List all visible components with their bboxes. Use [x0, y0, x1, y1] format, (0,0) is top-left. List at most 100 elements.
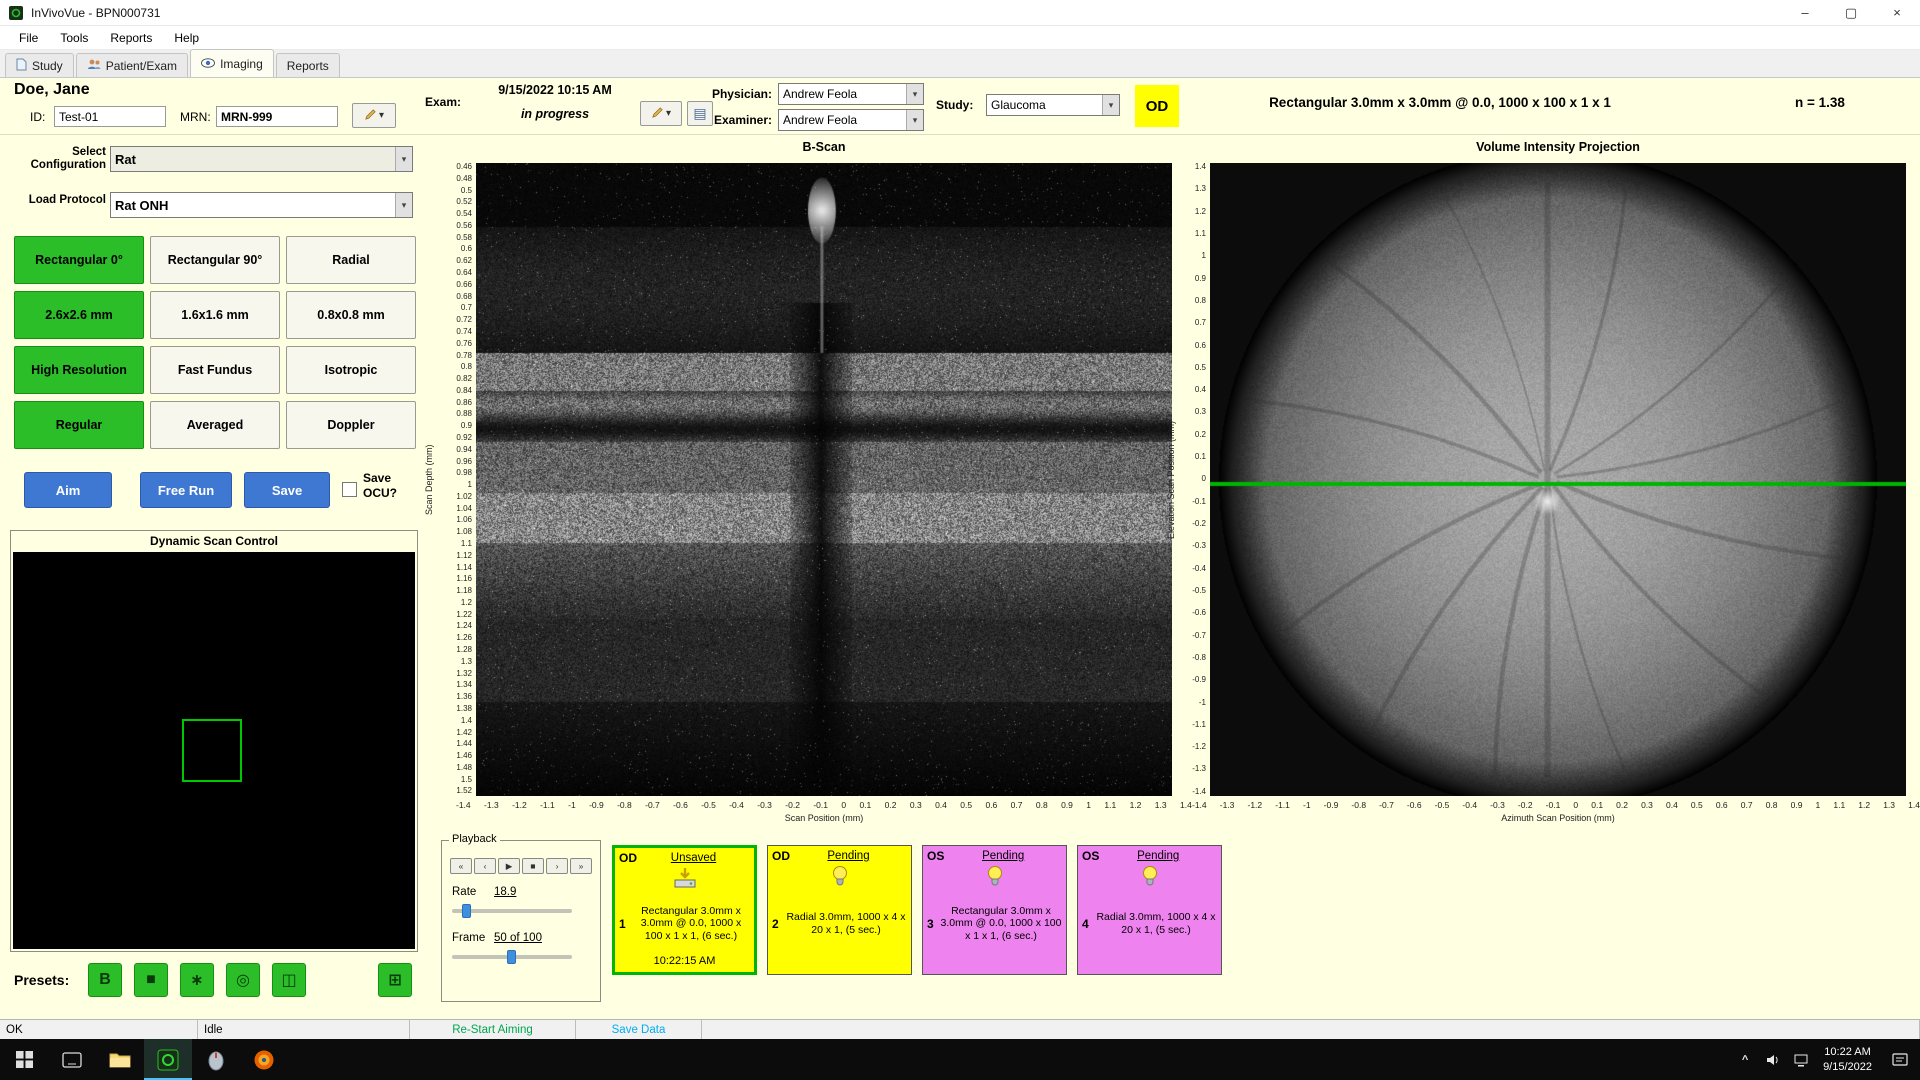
menu-help[interactable]: Help: [163, 31, 210, 45]
axis-tick-label: -0.3: [757, 800, 772, 810]
scan-card-1[interactable]: OD Unsaved 1 Rectangular 3.0mm x 3.0mm @…: [612, 845, 757, 975]
scan-summary: Rectangular 3.0mm x 3.0mm @ 0.0, 1000 x …: [1160, 95, 1720, 110]
scan-pattern-rect90-button[interactable]: Rectangular 90°: [150, 236, 280, 284]
invivovue-app-icon[interactable]: [144, 1039, 192, 1080]
frame-slider-thumb[interactable]: [507, 950, 516, 964]
scan-card-4[interactable]: OS Pending 4 Radial 3.0mm, 1000 x 4 x 20…: [1077, 845, 1222, 975]
tray-chevron-icon[interactable]: ^: [1731, 1039, 1759, 1080]
stop-button[interactable]: ■: [522, 858, 544, 874]
free-run-button[interactable]: Free Run: [140, 472, 232, 508]
tray-date-text: 9/15/2022: [1823, 1060, 1872, 1074]
preset-radial-button[interactable]: ∗: [180, 963, 214, 997]
aim-button[interactable]: Aim: [24, 472, 112, 508]
minimize-button[interactable]: –: [1782, 0, 1828, 25]
rate-slider-thumb[interactable]: [462, 904, 471, 918]
axis-tick-label: -1.2: [512, 800, 527, 810]
scan-size-08-button[interactable]: 0.8x0.8 mm: [286, 291, 416, 339]
scan-size-16-button[interactable]: 1.6x1.6 mm: [150, 291, 280, 339]
axis-tick-label: 0.2: [885, 800, 897, 810]
scan-type-averaged-button[interactable]: Averaged: [150, 401, 280, 449]
tab-reports[interactable]: Reports: [276, 53, 340, 77]
pencil-icon: [364, 108, 377, 124]
tab-patient-exam[interactable]: Patient/Exam: [76, 53, 188, 77]
scan-pattern-rect0-button[interactable]: Rectangular 0°: [14, 236, 144, 284]
volume-icon[interactable]: [1759, 1039, 1787, 1080]
axis-tick-label: 1.14: [456, 564, 472, 572]
axis-tick-label: 1.22: [456, 611, 472, 619]
rate-slider[interactable]: [452, 904, 572, 918]
mouse-app-icon[interactable]: [192, 1039, 240, 1080]
frame-slider[interactable]: [452, 950, 572, 964]
axis-tick-label: 0.2: [1195, 431, 1206, 439]
scan-pattern-radial-button[interactable]: Radial: [286, 236, 416, 284]
edit-exam-button[interactable]: ▾: [640, 101, 682, 126]
maximize-button[interactable]: ▢: [1828, 0, 1874, 25]
dropdown-arrow-icon: ▾: [379, 110, 384, 121]
axis-tick-label: -0.8: [617, 800, 632, 810]
axis-tick-label: -1.1: [1192, 721, 1206, 729]
firefox-icon[interactable]: [240, 1039, 288, 1080]
card-time: [1082, 957, 1217, 971]
scan-card-2[interactable]: OD Pending 2 Radial 3.0mm, 1000 x 4 x 20…: [767, 845, 912, 975]
scan-mode-highres-button[interactable]: High Resolution: [14, 346, 144, 394]
mrn-field[interactable]: MRN-999: [216, 106, 338, 127]
start-button[interactable]: [0, 1039, 48, 1080]
preset-annular-button[interactable]: ◎: [226, 963, 260, 997]
save-ocu-checkbox[interactable]: [342, 482, 357, 497]
jump-end-button[interactable]: »: [570, 858, 592, 874]
preset-rect-button[interactable]: ■: [134, 963, 168, 997]
dynamic-scan-canvas[interactable]: [13, 552, 415, 949]
save-button[interactable]: Save: [244, 472, 330, 508]
axis-tick-label: 0.1: [1591, 800, 1603, 810]
play-button[interactable]: ▶: [498, 858, 520, 874]
protocol-select[interactable]: Rat ONH ▾: [110, 192, 413, 218]
tab-imaging[interactable]: Imaging: [190, 49, 274, 77]
scan-mode-fastfundus-button[interactable]: Fast Fundus: [150, 346, 280, 394]
axis-tick-label: -0.4: [1462, 800, 1477, 810]
study-select[interactable]: Glaucoma ▾: [986, 94, 1120, 116]
bulb-icon: [1082, 864, 1217, 889]
patient-name: Doe, Jane: [14, 81, 90, 99]
axis-tick-label: 0.6: [461, 245, 472, 253]
close-button[interactable]: ×: [1874, 0, 1920, 25]
scan-region-handle[interactable]: [182, 719, 242, 783]
step-forward-button[interactable]: ›: [546, 858, 568, 874]
menu-reports[interactable]: Reports: [99, 31, 163, 45]
action-center-icon[interactable]: [1880, 1039, 1920, 1080]
axis-tick-label: -0.8: [1351, 800, 1366, 810]
tab-study[interactable]: Study: [5, 53, 74, 77]
edit-patient-button[interactable]: ▾: [352, 103, 396, 128]
preset-bscan-button[interactable]: B: [88, 963, 122, 997]
save-data-action[interactable]: Save Data: [576, 1020, 702, 1039]
scan-card-3[interactable]: OS Pending 3 Rectangular 3.0mm x 3.0mm @…: [922, 845, 1067, 975]
scan-size-26-button[interactable]: 2.6x2.6 mm: [14, 291, 144, 339]
file-explorer-icon[interactable]: [96, 1039, 144, 1080]
axis-tick-label: -1.2: [1192, 743, 1206, 751]
axis-tick-label: -1: [568, 800, 576, 810]
menu-file[interactable]: File: [8, 31, 49, 45]
preset-split-button[interactable]: ◫: [272, 963, 306, 997]
scan-type-doppler-button[interactable]: Doppler: [286, 401, 416, 449]
axis-tick-label: 0.5: [461, 187, 472, 195]
examiner-select[interactable]: Andrew Feola ▾: [778, 109, 924, 131]
rate-value: 18.9: [494, 886, 516, 898]
axis-tick-label: 1.02: [456, 493, 472, 501]
axis-tick-label: -0.4: [1192, 565, 1206, 573]
clock[interactable]: 10:22 AM 9/15/2022: [1815, 1045, 1880, 1074]
menu-tools[interactable]: Tools: [49, 31, 99, 45]
physician-select[interactable]: Andrew Feola ▾: [778, 83, 924, 105]
restart-aiming-action[interactable]: Re-Start Aiming: [410, 1020, 576, 1039]
scan-type-regular-button[interactable]: Regular: [14, 401, 144, 449]
vip-image[interactable]: [1210, 163, 1906, 796]
jump-start-button[interactable]: «: [450, 858, 472, 874]
id-field[interactable]: Test-01: [54, 106, 166, 127]
exam-label: Exam:: [425, 95, 461, 109]
b-scan-image[interactable]: [476, 163, 1172, 796]
configuration-select[interactable]: Rat ▾: [110, 146, 413, 172]
tablet-mode-icon[interactable]: [48, 1039, 96, 1080]
scan-mode-isotropic-button[interactable]: Isotropic: [286, 346, 416, 394]
step-back-button[interactable]: ‹: [474, 858, 496, 874]
network-icon[interactable]: [1787, 1039, 1815, 1080]
preset-grid-button[interactable]: ⊞: [378, 963, 412, 997]
examiner-value: Andrew Feola: [779, 110, 906, 130]
